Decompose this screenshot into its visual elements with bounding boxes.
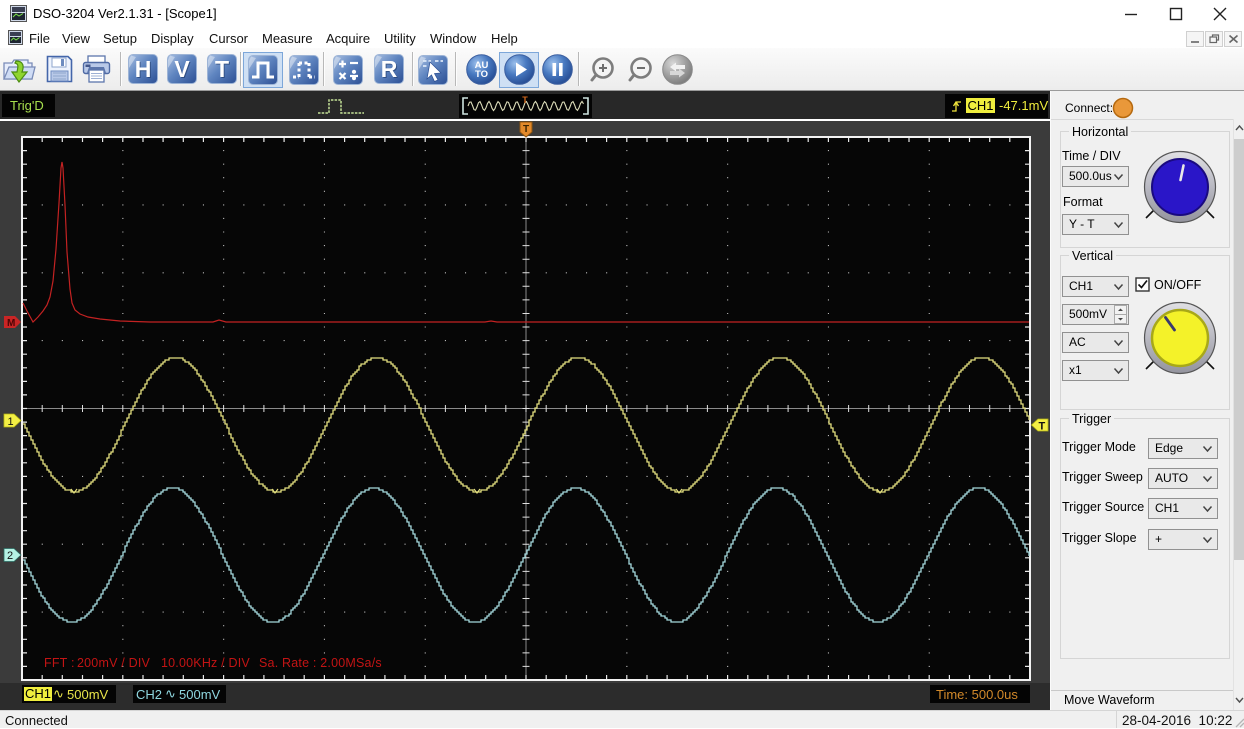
svg-text:TO: TO [475, 69, 488, 80]
svg-text:V: V [174, 56, 190, 82]
svg-text:T: T [215, 56, 229, 82]
svg-text:R: R [381, 56, 398, 82]
svg-text:H: H [135, 56, 152, 82]
svg-text:T: T [522, 95, 528, 105]
